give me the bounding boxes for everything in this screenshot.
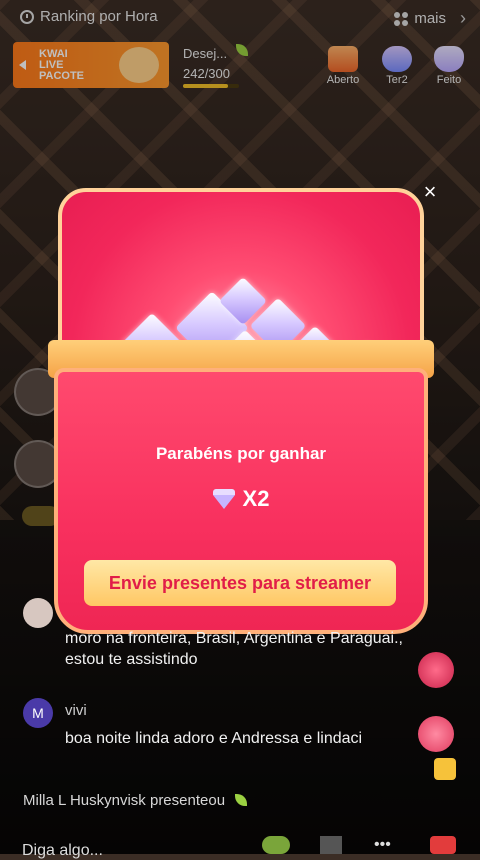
gift-icon[interactable] (430, 836, 456, 854)
congrats-text: Parabéns por ganhar (155, 444, 327, 463)
more-options-icon[interactable]: ••• (374, 836, 402, 854)
reward-row: X2 (54, 486, 428, 512)
heart-icon (418, 716, 454, 752)
chat-username[interactable]: vivi (65, 702, 87, 719)
comment-input[interactable]: Diga algo... (22, 842, 103, 860)
gift-bag-icon[interactable] (262, 836, 290, 854)
chat-message: moro na fronteira, Brasil, Argentina e P… (65, 630, 403, 668)
avatar-letter: M (32, 705, 44, 721)
heart-icon (418, 652, 454, 688)
send-gifts-button[interactable]: Envie presentes para streamer (84, 560, 396, 606)
avatar[interactable] (23, 598, 53, 628)
reward-multiplier: X2 (242, 486, 270, 511)
share-icon[interactable] (320, 836, 342, 854)
star-icon (434, 758, 456, 780)
close-icon: × (423, 179, 437, 204)
diamond-icon (212, 489, 235, 509)
chat-message: boa noite linda adoro e Andressa e linda… (65, 730, 363, 747)
close-button[interactable]: × (418, 179, 442, 204)
avatar[interactable]: M (23, 698, 53, 728)
gift-notice-text: Milla L Huskynvisk presenteou (23, 792, 226, 809)
gift-notice: Milla L Huskynvisk presenteou (23, 792, 248, 809)
